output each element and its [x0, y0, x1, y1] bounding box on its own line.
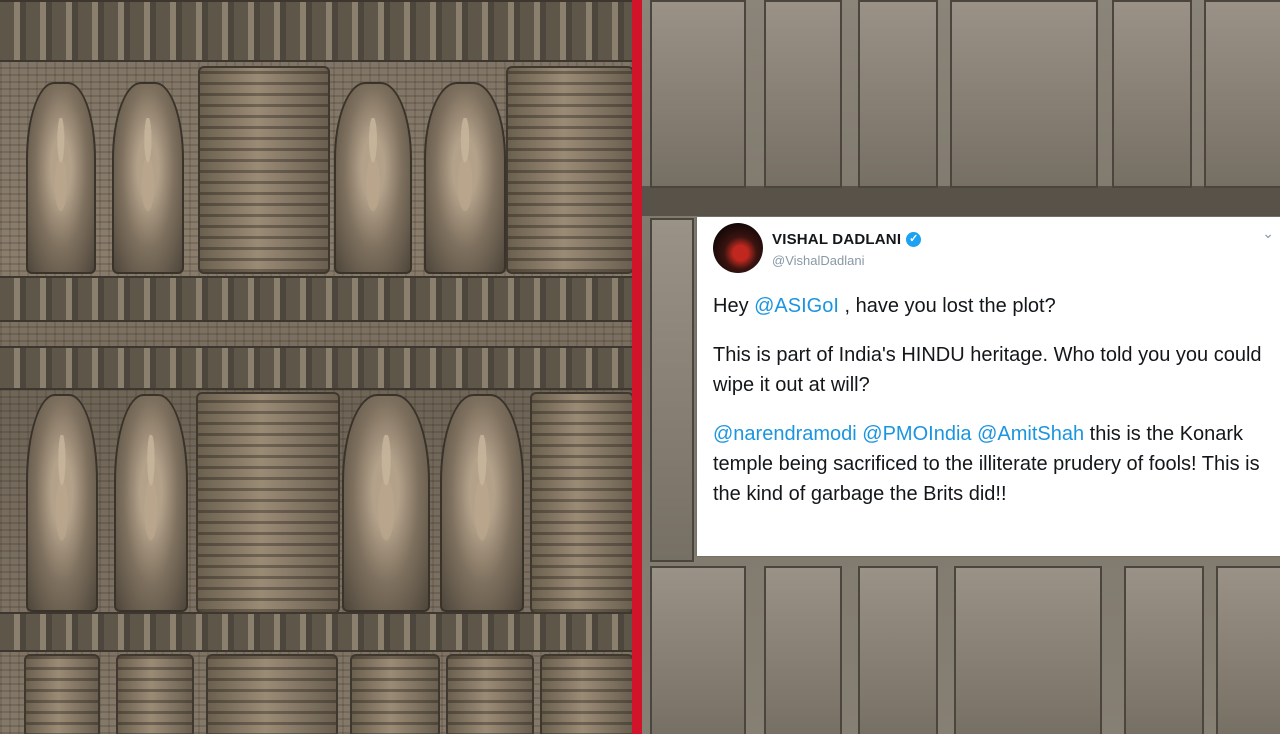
carved-frieze-band: [0, 0, 632, 62]
author-name-row: VISHAL DADLANI ✓: [772, 231, 922, 248]
stone-rail: [642, 186, 1280, 216]
composite-image: VISHAL DADLANI ✓ @VishalDadlani ⌄ Hey @A…: [0, 0, 1280, 734]
stone-block: [1112, 0, 1192, 188]
stone-block: [950, 0, 1098, 188]
stone-block: [764, 566, 842, 734]
carved-pillar: [198, 66, 330, 274]
carved-pillar: [196, 392, 340, 614]
carved-figure-niche: [424, 82, 506, 274]
red-divider: [632, 0, 642, 734]
tweet-text-segment: Hey: [713, 295, 755, 317]
mention-link[interactable]: @AmitShah: [977, 423, 1084, 445]
mention-link[interactable]: @PMOIndia: [862, 423, 971, 445]
tweet-text: Hey @ASIGoI , have you lost the plot? Th…: [713, 291, 1280, 509]
mention-link[interactable]: @narendramodi: [713, 423, 857, 445]
tweet-card: VISHAL DADLANI ✓ @VishalDadlani ⌄ Hey @A…: [697, 217, 1280, 556]
carved-pillar: [350, 654, 440, 734]
carved-figure-niche: [334, 82, 412, 274]
stone-block: [1216, 566, 1280, 734]
carved-figure-niche: [26, 82, 96, 274]
carved-frieze-band: [0, 346, 632, 390]
tweet-text-segment: , have you lost the plot?: [838, 295, 1056, 317]
chevron-down-icon[interactable]: ⌄: [1262, 225, 1274, 242]
stone-block: [858, 0, 938, 188]
stone-block: [650, 566, 746, 734]
verified-badge-icon: ✓: [906, 232, 922, 247]
carved-figure-niche: [440, 394, 524, 612]
stone-block: [1204, 0, 1280, 188]
stone-block: [650, 0, 746, 188]
stone-block: [764, 0, 842, 188]
mention-link[interactable]: @ASIGoI: [754, 295, 839, 317]
stone-block: [1124, 566, 1204, 734]
carved-pillar: [116, 654, 194, 734]
carved-pillar: [446, 654, 534, 734]
carved-figure-niche: [26, 394, 98, 612]
carved-pillar: [540, 654, 632, 734]
tweet-paragraph: Hey @ASIGoI , have you lost the plot?: [713, 291, 1268, 321]
author-display-name[interactable]: VISHAL DADLANI: [772, 231, 901, 248]
avatar[interactable]: [713, 223, 763, 273]
carved-frieze-band: [0, 612, 632, 652]
carved-figure-niche: [112, 82, 184, 274]
carved-figure-niche: [342, 394, 430, 612]
carved-figure-niche: [114, 394, 188, 612]
tweet-header: VISHAL DADLANI ✓ @VishalDadlani ⌄: [713, 223, 1280, 283]
tweet-paragraph: This is part of India's HINDU heritage. …: [713, 344, 1262, 396]
stone-block: [858, 566, 938, 734]
carved-pillar: [206, 654, 338, 734]
carved-pillar: [530, 392, 632, 614]
stone-block: [650, 218, 694, 562]
carved-pillar: [506, 66, 632, 274]
carved-pillar: [24, 654, 100, 734]
carved-temple-wall-photo: [0, 0, 632, 734]
carved-frieze-band: [0, 276, 632, 322]
tweet-paragraph: @narendramodi @PMOIndia @AmitShah this i…: [713, 419, 1268, 509]
author-handle[interactable]: @VishalDadlani: [772, 253, 864, 268]
stone-block: [954, 566, 1102, 734]
